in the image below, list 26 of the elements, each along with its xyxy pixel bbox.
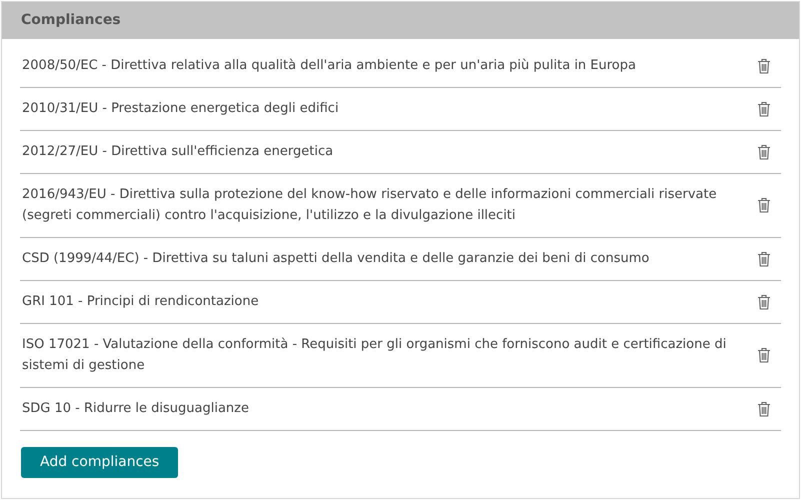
compliance-text: 2012/27/EU - Direttiva sull'efficienza energetica: [22, 143, 334, 161]
delete-button[interactable]: [757, 197, 771, 213]
delete-button[interactable]: [757, 100, 771, 116]
compliance-text: 2010/31/EU - Prestazione energetica degli edifici: [22, 100, 340, 118]
add-compliances-button[interactable]: Add compliances: [21, 447, 178, 478]
trash-icon: [757, 250, 771, 266]
trash-icon: [757, 400, 771, 416]
trash-icon: [757, 144, 771, 160]
compliance-text: GRI 101 - Principi di rendicontazione: [22, 293, 260, 311]
trash-icon: [757, 294, 771, 310]
delete-button[interactable]: [757, 250, 771, 266]
trash-icon: [757, 100, 771, 116]
panel-title: Compliances: [2, 2, 799, 39]
trash-icon: [757, 58, 771, 74]
delete-button[interactable]: [757, 400, 771, 416]
delete-button[interactable]: [757, 294, 771, 310]
compliance-text: CSD (1999/44/EC) - Direttiva su taluni aspetti della vendita e delle garanzie dei beni di consumo: [22, 250, 650, 268]
trash-icon: [757, 347, 771, 363]
delete-button[interactable]: [757, 144, 771, 160]
delete-button[interactable]: [757, 347, 771, 363]
trash-icon: [757, 197, 771, 213]
compliance-text: SDG 10 - Ridurre le disuguaglianze: [22, 400, 250, 418]
delete-button[interactable]: [757, 58, 771, 74]
compliance-text: 2016/943/EU - Direttiva sulla protezione del know-how riservato e delle informazioni commerciali riservate (segreti commerciali) contro l'acquisizione, l'utilizzo e la divulgazione illeciti: [22, 186, 718, 225]
compliance-text: 2008/50/EC - Direttiva relativa alla qualità dell'aria ambiente e per un'aria più pulita in Europa: [22, 57, 637, 75]
compliance-text: ISO 17021 - Valutazione della conformità - Requisiti per gli organismi che forniscono audit e certificazione di sistemi di gestione: [22, 336, 728, 375]
